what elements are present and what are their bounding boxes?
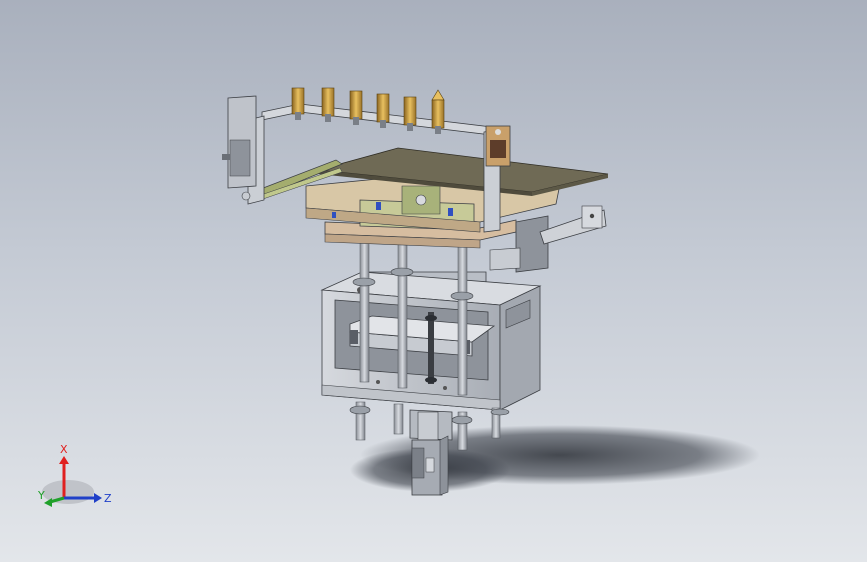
z-axis-label: Z — [104, 492, 112, 505]
orientation-triad[interactable]: X Y Z — [30, 436, 120, 516]
bottom-motor[interactable] — [409, 409, 453, 496]
cad-assembly-model[interactable] — [0, 0, 867, 562]
nozzle-4[interactable] — [376, 93, 390, 128]
nozzle-3[interactable] — [349, 90, 363, 125]
y-axis-label: Y — [37, 489, 45, 502]
triad-axes: X Y Z — [37, 443, 112, 507]
x-axis-label: X — [60, 443, 68, 456]
nozzle-2[interactable] — [321, 87, 335, 122]
graphics-viewport[interactable]: X Y Z — [0, 0, 867, 562]
nozzle-1[interactable] — [291, 87, 305, 120]
nozzle-6[interactable] — [431, 89, 445, 134]
